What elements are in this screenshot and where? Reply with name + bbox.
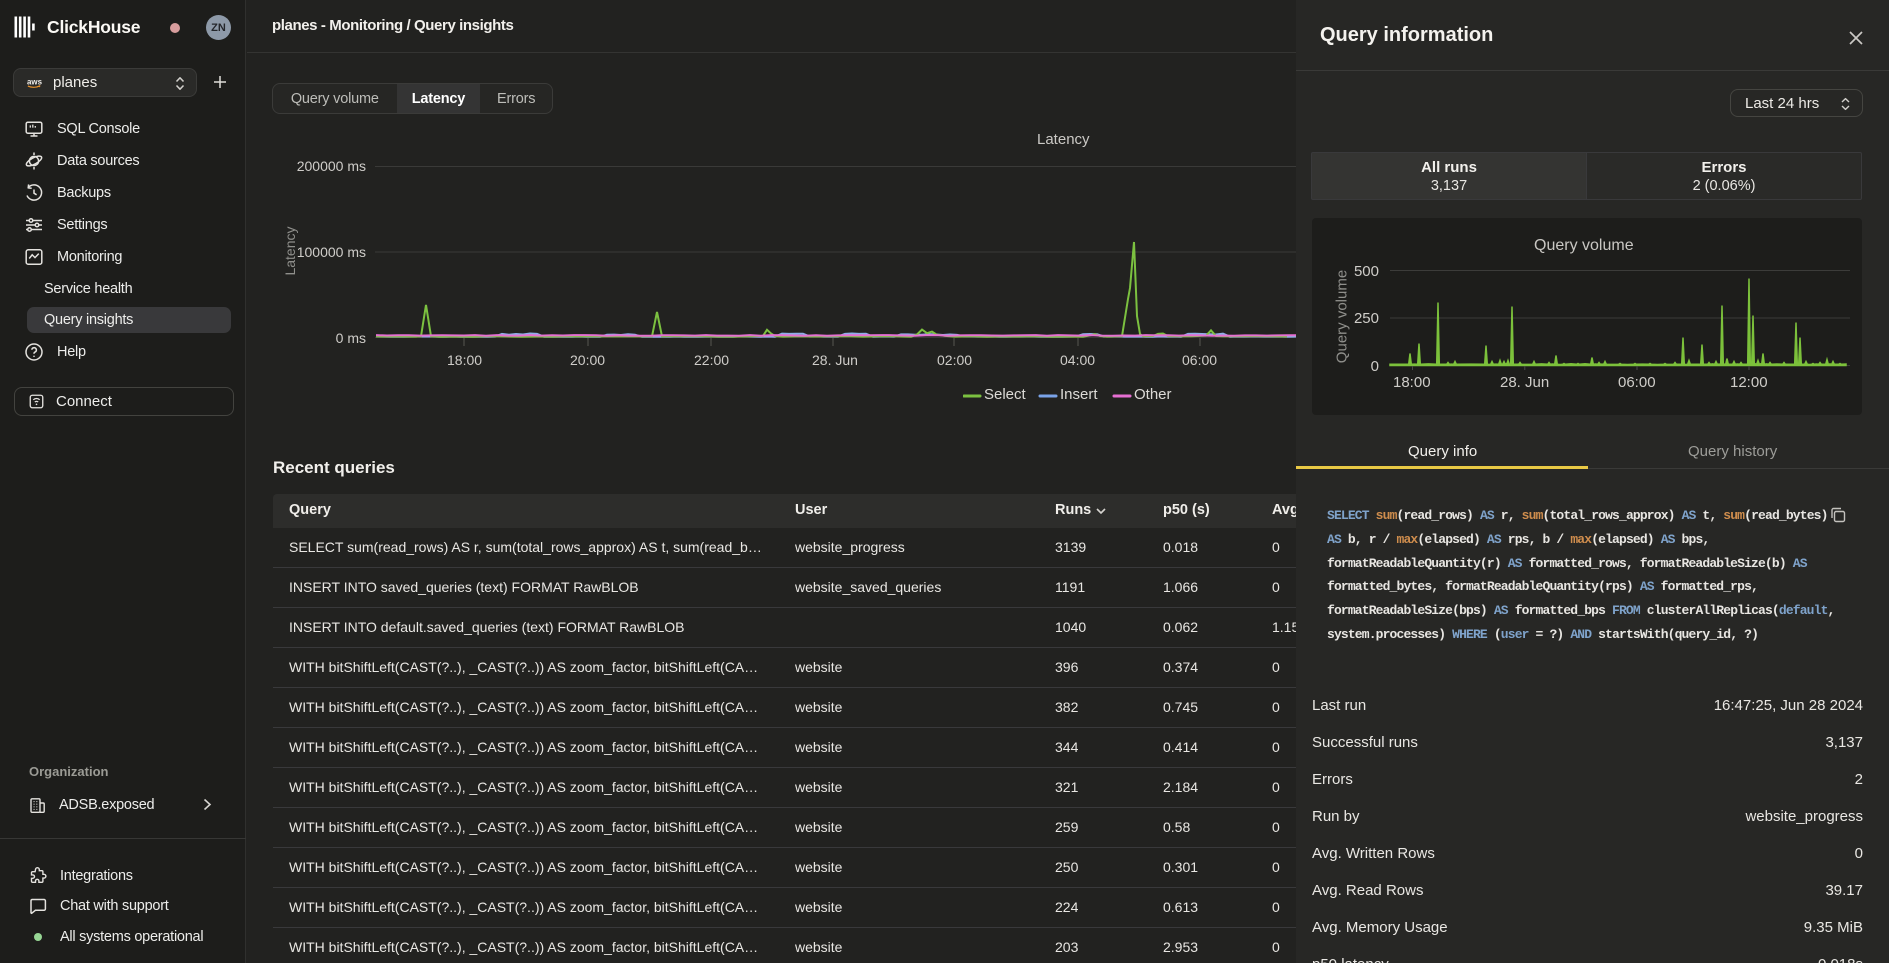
svg-text:aws: aws <box>27 77 42 86</box>
